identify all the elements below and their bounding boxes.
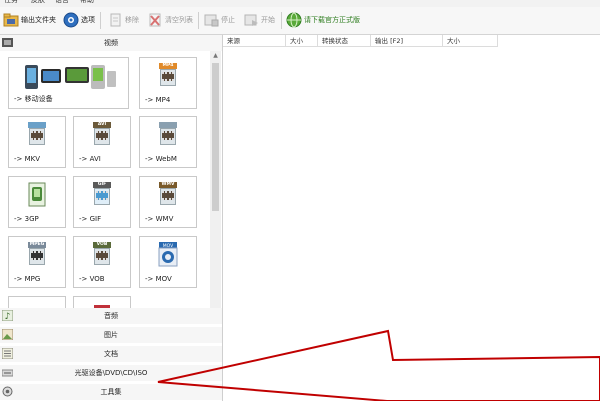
annotation-arrow bbox=[157, 329, 600, 401]
